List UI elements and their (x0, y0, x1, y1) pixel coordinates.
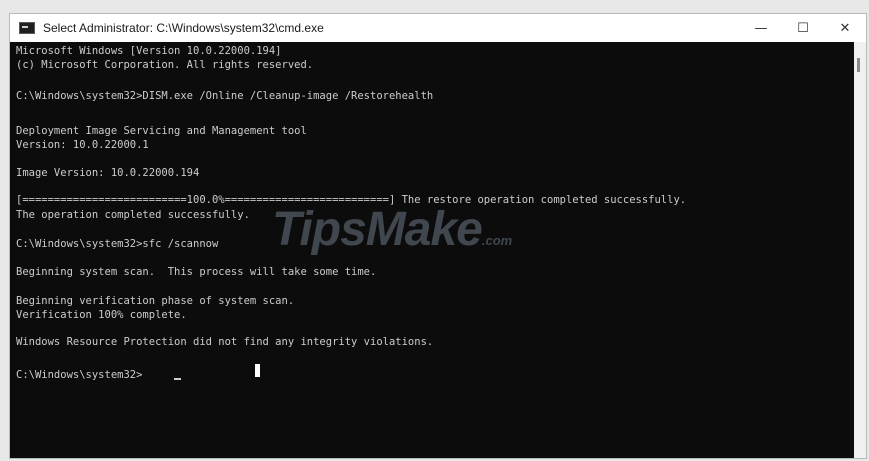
console-line: Deployment Image Servicing and Managemen… (16, 125, 307, 137)
cmd-window: Select Administrator: C:\Windows\system3… (9, 13, 867, 459)
console-line: Verification 100% complete. (16, 309, 187, 321)
vertical-scrollbar[interactable] (854, 42, 866, 458)
console-line: Microsoft Windows [Version 10.0.22000.19… (16, 45, 282, 57)
window-controls: — ☐ ✕ (740, 14, 866, 42)
console-line: (c) Microsoft Corporation. All rights re… (16, 59, 314, 71)
console-line: Beginning system scan. This process will… (16, 266, 377, 278)
console-line: The operation completed successfully. (16, 209, 250, 221)
scrollbar-thumb[interactable] (857, 58, 860, 72)
close-button[interactable]: ✕ (824, 14, 866, 42)
window-title: Select Administrator: C:\Windows\system3… (43, 21, 324, 35)
console-line: Version: 10.0.22000.1 (16, 139, 149, 151)
console-output[interactable]: Microsoft Windows [Version 10.0.22000.19… (10, 42, 855, 458)
tipsmake-watermark: TipsMake.com (272, 202, 512, 257)
mouse-ibeam-cursor (255, 364, 260, 377)
command-prompt[interactable]: C:\Windows\system32> (16, 368, 142, 382)
watermark-suffix: .com (481, 233, 513, 248)
console-line: Windows Resource Protection did not find… (16, 336, 434, 348)
console-line: C:\Windows\system32>sfc /scannow (16, 238, 219, 250)
console-line: Image Version: 10.0.22000.194 (16, 167, 200, 179)
title-bar[interactable]: Select Administrator: C:\Windows\system3… (10, 14, 866, 42)
watermark-text: TipsMake (272, 203, 483, 256)
cmd-app-icon[interactable] (19, 22, 35, 34)
text-cursor (174, 378, 181, 380)
console-line: Beginning verification phase of system s… (16, 295, 295, 307)
minimize-button[interactable]: — (740, 14, 782, 42)
console-line: C:\Windows\system32>DISM.exe /Online /Cl… (16, 90, 434, 102)
maximize-button[interactable]: ☐ (782, 14, 824, 42)
